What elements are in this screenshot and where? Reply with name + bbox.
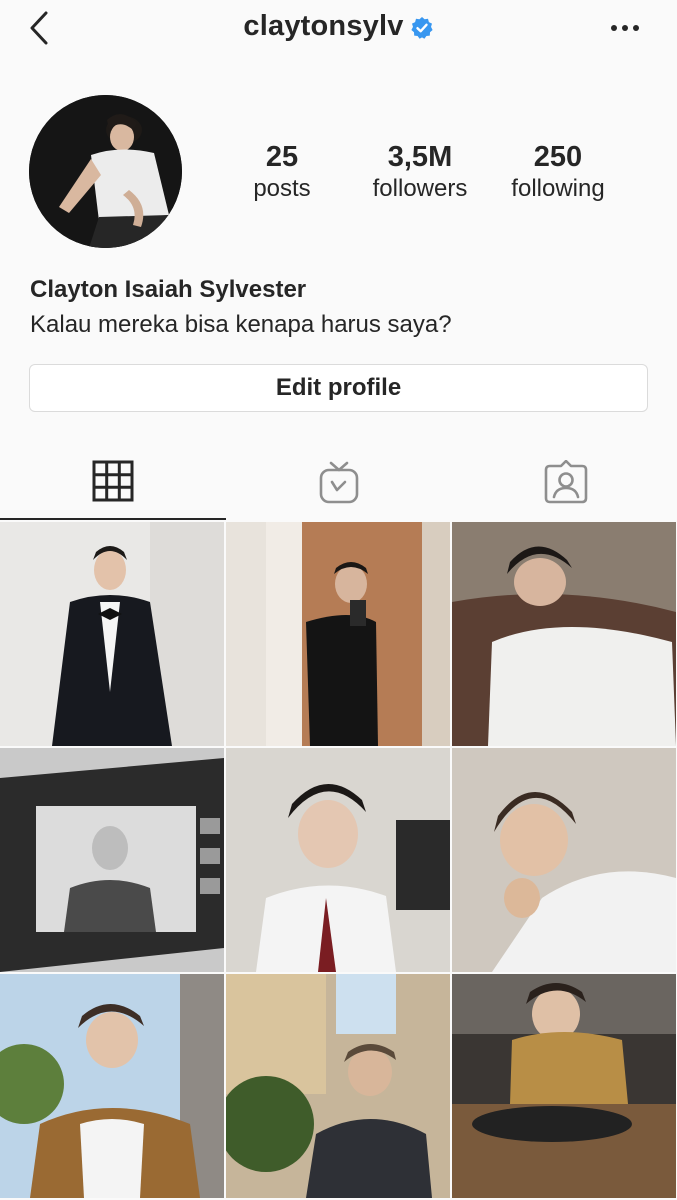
- posts-grid: [0, 522, 677, 1200]
- profile-avatar[interactable]: [29, 95, 182, 248]
- post-thumbnail[interactable]: [226, 748, 450, 972]
- profile-title: claytonsylv: [0, 10, 677, 46]
- following-count-label: following: [511, 175, 605, 202]
- profile-tabs: [0, 442, 677, 520]
- post-thumbnail[interactable]: [452, 748, 676, 972]
- followers-count-value: 3,5M: [387, 141, 453, 173]
- post-thumbnail[interactable]: [0, 748, 224, 972]
- post-thumbnail[interactable]: [0, 522, 224, 746]
- profile-full-name: Clayton Isaiah Sylvester: [30, 276, 307, 303]
- top-navigation-bar: claytonsylv: [0, 0, 677, 58]
- more-horizontal-icon: [611, 25, 639, 31]
- post-thumbnail[interactable]: [226, 522, 450, 746]
- tab-tagged[interactable]: [452, 442, 677, 520]
- profile-bio: Kalau mereka bisa kenapa harus saya?: [30, 311, 452, 338]
- post-thumbnail[interactable]: [0, 974, 224, 1198]
- following-count-value: 250: [533, 141, 583, 173]
- followers-count-label: followers: [372, 175, 468, 202]
- igtv-icon: [319, 461, 359, 504]
- post-thumbnail[interactable]: [226, 974, 450, 1198]
- posts-count-value: 25: [265, 141, 299, 173]
- post-thumbnail[interactable]: [452, 522, 676, 746]
- posts-count: 25 posts: [212, 140, 352, 204]
- following-count[interactable]: 250 following: [488, 140, 628, 204]
- username-label: claytonsylv: [243, 10, 404, 42]
- tab-igtv[interactable]: [226, 442, 452, 520]
- edit-profile-button[interactable]: Edit profile: [29, 364, 648, 412]
- more-options-button[interactable]: [609, 18, 643, 38]
- followers-count[interactable]: 3,5M followers: [350, 140, 490, 204]
- tab-posts-grid[interactable]: [0, 442, 226, 520]
- tagged-user-icon: [544, 460, 588, 504]
- grid-icon: [92, 460, 134, 502]
- post-thumbnail[interactable]: [452, 974, 676, 1198]
- posts-count-label: posts: [253, 175, 311, 202]
- verified-badge-icon: [410, 16, 434, 40]
